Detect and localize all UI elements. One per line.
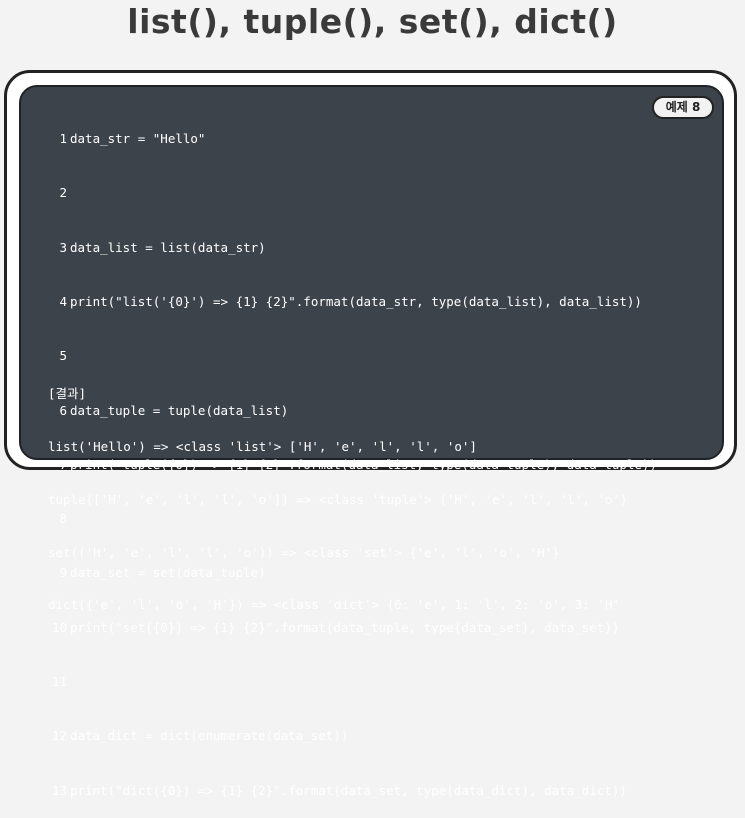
result-line: set(('H', 'e', 'l', 'l', 'o')) => <class… bbox=[48, 544, 560, 560]
code-line: 12 data_dict = dict(enumerate(data_set)) bbox=[48, 727, 648, 745]
code-text: data_str = "Hello" bbox=[70, 131, 206, 147]
line-number: 2 bbox=[59, 185, 67, 201]
code-line: 4 print("list('{0}') => {1} {2}".format(d… bbox=[48, 293, 648, 311]
code-line: 11 bbox=[48, 673, 648, 691]
result-header: [결과] bbox=[48, 386, 87, 402]
code-text: print("dict({0}) => {1} {2}".format(data… bbox=[70, 782, 627, 798]
slide-title: list(), tuple(), set(), dict() bbox=[127, 2, 618, 41]
line-number: 13 bbox=[51, 782, 67, 798]
line-number: 12 bbox=[51, 728, 67, 744]
code-text: data_list = list(data_str) bbox=[70, 239, 266, 255]
code-line: 1 data_str = "Hello" bbox=[48, 130, 648, 148]
code-line: 3 data_list = list(data_str) bbox=[48, 239, 648, 257]
example-badge: 예제 8 bbox=[652, 96, 714, 119]
code-text: print("list('{0}') => {1} {2}".format(da… bbox=[70, 294, 642, 310]
line-number: 11 bbox=[51, 674, 67, 689]
result-line: tuple(['H', 'e', 'l', 'l', 'o']) => <cla… bbox=[48, 491, 628, 507]
line-number: 1 bbox=[59, 131, 67, 147]
code-text: data_dict = dict(enumerate(data_set)) bbox=[70, 728, 349, 744]
result-line: dict({'e', 'l', 'o', 'H'}) => <class 'di… bbox=[48, 597, 620, 613]
result-block: [결과] list('Hello') => <class 'list'> ['H… bbox=[48, 350, 708, 632]
line-number: 3 bbox=[59, 239, 67, 255]
code-line: 13 print("dict({0}) => {1} {2}".format(da… bbox=[48, 782, 648, 800]
code-line: 2 bbox=[48, 184, 648, 202]
line-number: 4 bbox=[59, 294, 67, 310]
